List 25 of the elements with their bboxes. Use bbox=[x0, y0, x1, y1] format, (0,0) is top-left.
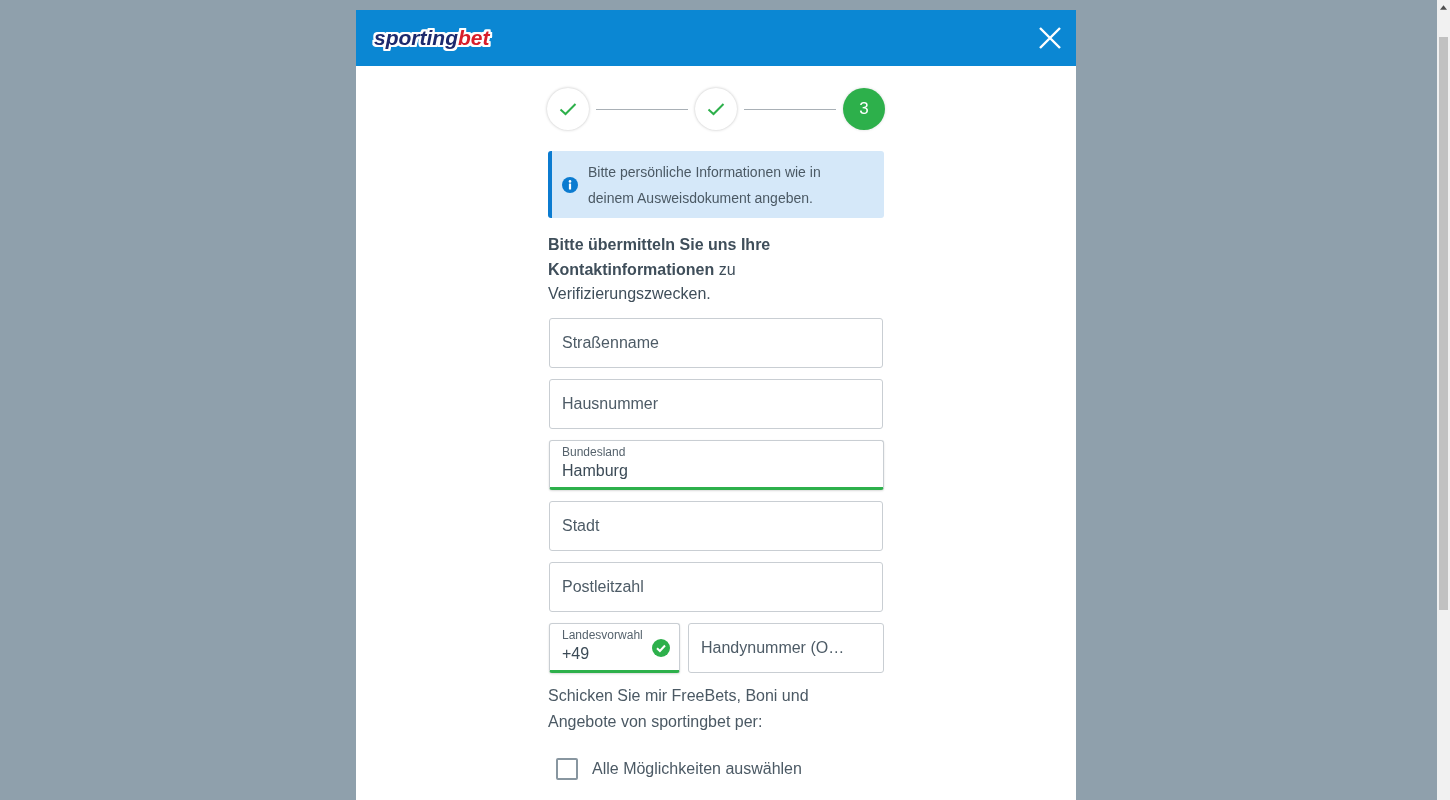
intro-text: Bitte übermitteln Sie uns Ihre Kontaktinformationen zu Verifizierungszwecken. bbox=[548, 235, 772, 304]
notice-text: Bitte persönliche Informationen wie in deinem Ausweisdokument angeben. bbox=[588, 163, 822, 208]
input-field[interactable]: Straßenname bbox=[549, 317, 883, 368]
scrollbar[interactable] bbox=[1437, 0, 1450, 800]
checkbox[interactable] bbox=[556, 757, 578, 780]
field-value: +49 bbox=[562, 643, 590, 664]
country-code-field[interactable]: Landesvorwahl +49 bbox=[549, 622, 680, 673]
field-label: Bundesland bbox=[562, 444, 626, 459]
close-button[interactable] bbox=[1038, 26, 1062, 50]
input-field[interactable]: Stadt bbox=[549, 500, 883, 551]
scrollbar-thumb[interactable] bbox=[1439, 37, 1448, 610]
close-icon bbox=[1038, 26, 1062, 50]
up-arrow-icon[interactable] bbox=[1440, 5, 1447, 10]
field-value: Hamburg bbox=[562, 460, 628, 481]
step-number: 3 bbox=[843, 88, 885, 130]
field-label: Landesvorwahl bbox=[562, 627, 643, 642]
brand-logo: sportingbet bbox=[373, 26, 491, 50]
dropdown-field[interactable]: Bundesland Hamburg bbox=[549, 439, 884, 490]
input-field[interactable]: Handynummer (O… bbox=[688, 622, 884, 673]
input-field[interactable]: Hausnummer bbox=[549, 378, 883, 429]
checkbox-label[interactable]: Alle Möglichkeiten auswählen bbox=[592, 756, 802, 781]
check-circle-icon bbox=[652, 638, 670, 657]
info-icon bbox=[562, 177, 578, 193]
marketing-text: Schicken Sie mir FreeBets, Boni und Angebote von sportingbet per: bbox=[548, 685, 810, 732]
input-field[interactable]: Postleitzahl bbox=[549, 561, 883, 612]
